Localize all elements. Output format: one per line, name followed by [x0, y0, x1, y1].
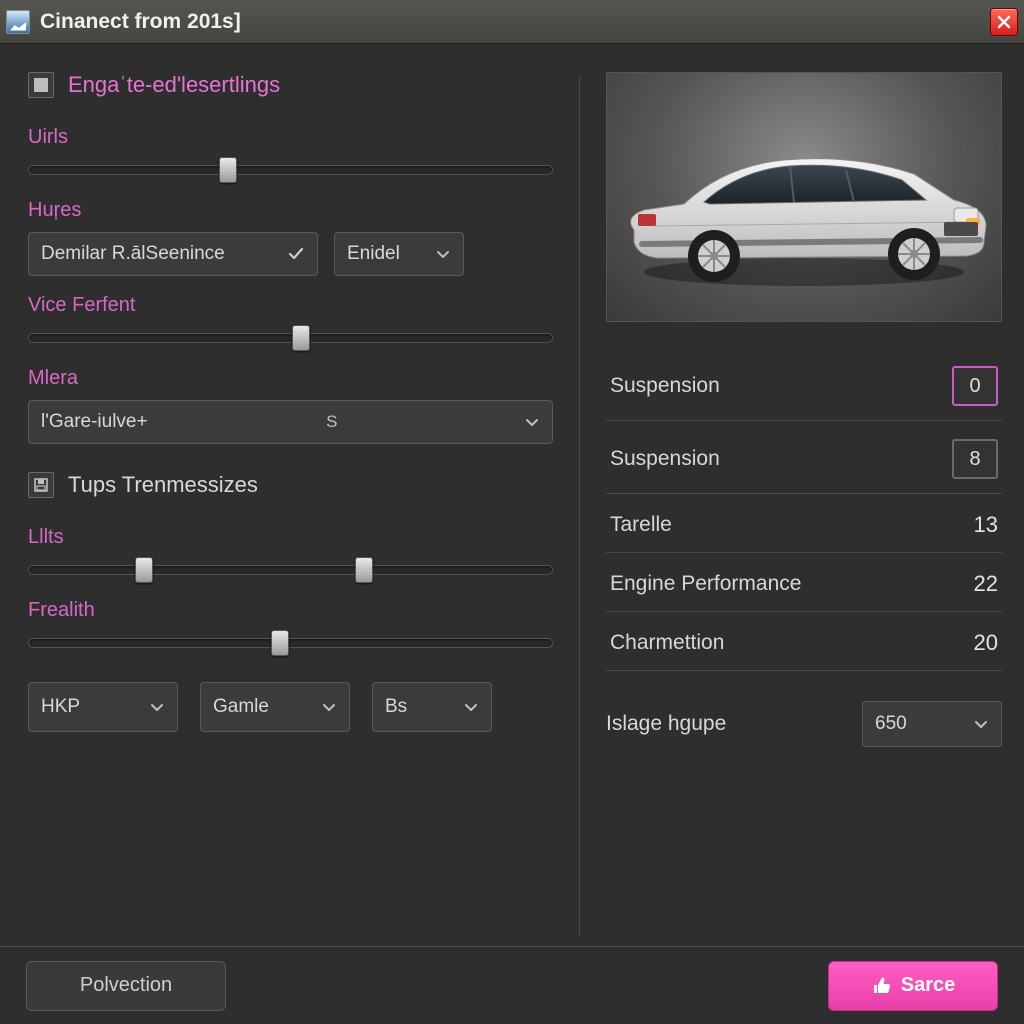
stat-row: Engine Performance 22 [606, 557, 1002, 612]
uirls-label: Uirls [28, 126, 553, 149]
stat-value: 0 [969, 375, 980, 398]
thumbs-up-icon [871, 976, 891, 996]
hues-label: Huŗes [28, 199, 553, 222]
vice-slider[interactable] [28, 327, 553, 349]
section-engate-label: Engaˈte-ed'lesertlings [68, 72, 280, 98]
summary-row: Islage hgupe 650 [606, 675, 1002, 747]
sarce-label: Sarce [901, 974, 956, 997]
polvection-label: Polvection [80, 974, 172, 997]
mlera-suffix: S [326, 412, 345, 432]
titlebar: Cinanect from 201s] [0, 0, 1024, 44]
stat-value-box[interactable]: 8 [952, 439, 998, 479]
column-divider [579, 76, 580, 936]
stat-row: Tarelle 13 [606, 498, 1002, 553]
llts-slider[interactable] [28, 559, 553, 581]
vehicle-preview [606, 72, 1002, 322]
chevron-down-icon [463, 699, 479, 715]
sarce-button[interactable]: Sarce [828, 961, 998, 1011]
uirls-slider[interactable] [28, 159, 553, 181]
summary-select[interactable]: 650 [862, 701, 1002, 747]
mlera-value: l'Gare-iulve+ [41, 411, 148, 433]
gamle-select[interactable]: Gamle [200, 682, 350, 732]
section-engate-checkbox[interactable] [28, 72, 54, 98]
car-icon [614, 122, 994, 292]
close-icon [996, 14, 1012, 30]
stats-list: Suspension 0 Suspension 8 Tarelle 13 Eng… [606, 352, 1002, 747]
stat-value: 8 [969, 448, 980, 471]
chevron-down-icon [149, 699, 165, 715]
enidel-select[interactable]: Enidel [334, 232, 464, 276]
stat-label: Engine Performance [610, 572, 801, 596]
stat-value: 20 [974, 630, 998, 656]
summary-value: 650 [875, 713, 907, 735]
gamle-value: Gamle [213, 696, 269, 718]
section-tups-icon[interactable] [28, 472, 54, 498]
stat-label: Suspension [610, 374, 720, 398]
stat-value: 13 [974, 512, 998, 538]
section-engate: Engaˈte-ed'lesertlings [28, 72, 553, 98]
hues-select[interactable]: Demilar R.ālSeenince [28, 232, 318, 276]
chevron-down-icon [973, 716, 989, 732]
bs-select[interactable]: Bs [372, 682, 492, 732]
stat-row: Charmettion 20 [606, 616, 1002, 671]
hkp-select[interactable]: HKP [28, 682, 178, 732]
settings-panel: Engaˈte-ed'lesertlings Uirls Huŗes Demil… [28, 72, 553, 940]
stat-value-box[interactable]: 0 [952, 366, 998, 406]
stat-row: Suspension 0 [606, 352, 1002, 421]
frealith-slider[interactable] [28, 632, 553, 654]
polvection-button[interactable]: Polvection [26, 961, 226, 1011]
frealith-label: Frealith [28, 599, 553, 622]
vice-label: Vice Ferfent [28, 294, 553, 317]
save-icon [33, 477, 49, 493]
section-tups: Tups Trenmessizes [28, 472, 553, 498]
hues-select-value: Demilar R.ālSeenince [41, 243, 225, 265]
stat-value: 22 [974, 571, 998, 597]
chevron-down-icon [524, 414, 540, 430]
stat-label: Suspension [610, 447, 720, 471]
stat-label: Tarelle [610, 513, 672, 537]
mlera-label: Mlera [28, 367, 553, 390]
mlera-select[interactable]: l'Gare-iulve+ S [28, 400, 553, 444]
enidel-label: Enidel [347, 243, 400, 265]
section-tups-label: Tups Trenmessizes [68, 472, 258, 498]
window-close-button[interactable] [990, 8, 1018, 36]
chevron-down-icon [321, 699, 337, 715]
footer: Polvection Sarce [0, 946, 1024, 1024]
app-icon [6, 10, 30, 34]
stat-label: Charmettion [610, 631, 724, 655]
window-title: Cinanect from 201s] [40, 10, 241, 34]
bs-value: Bs [385, 696, 407, 718]
chevron-down-icon [435, 246, 451, 262]
hkp-value: HKP [41, 696, 80, 718]
stat-row: Suspension 8 [606, 425, 1002, 494]
llts-label: Lllts [28, 526, 553, 549]
check-icon [287, 245, 305, 263]
preview-panel: Suspension 0 Suspension 8 Tarelle 13 Eng… [606, 72, 1002, 940]
summary-label: Islage hgupe [606, 712, 726, 736]
